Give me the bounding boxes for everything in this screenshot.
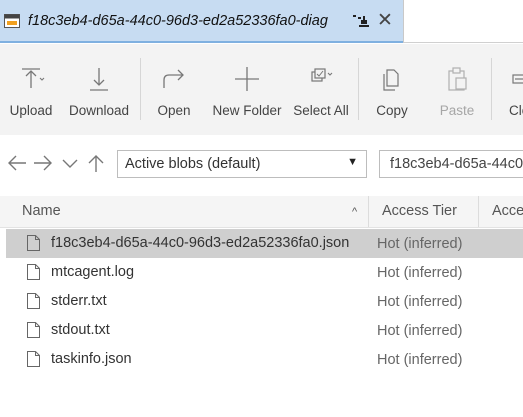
upload-label: Upload <box>9 103 53 118</box>
paste-icon <box>448 67 467 91</box>
select-all-button[interactable]: Select All <box>291 44 351 135</box>
upload-icon <box>22 68 45 88</box>
file-name: mtcagent.log <box>51 264 135 280</box>
chevron-down-icon[interactable] <box>60 153 80 173</box>
toolbar-separator <box>358 58 359 120</box>
file-icon <box>27 293 40 309</box>
open-icon <box>163 69 184 88</box>
download-button[interactable]: Download <box>66 44 132 135</box>
copy-label: Copy <box>376 103 408 118</box>
file-name: taskinfo.json <box>51 351 132 367</box>
select-all-label: Select All <box>293 103 349 118</box>
column-header-access-tier[interactable]: Access Tier <box>382 203 457 219</box>
copy-button[interactable]: Copy <box>368 44 416 135</box>
file-access-tier: Hot (inferred) <box>377 294 463 310</box>
arrow-up-icon[interactable] <box>86 153 106 173</box>
copy-icon <box>383 69 399 91</box>
new-folder-button[interactable]: New Folder <box>209 44 285 135</box>
paste-label: Paste <box>439 103 475 118</box>
file-access-tier: Hot (inferred) <box>377 265 463 281</box>
file-icon <box>27 322 40 338</box>
storage-container-icon <box>4 14 20 28</box>
select-all-icon <box>311 68 333 82</box>
open-button[interactable]: Open <box>150 44 198 135</box>
file-access-tier: Hot (inferred) <box>377 352 463 368</box>
file-name: f18c3eb4-d65a-44c0-96d3-ed2a52336fa0.jso… <box>51 235 350 251</box>
column-header-name[interactable]: Name <box>22 203 61 219</box>
file-name: stderr.txt <box>51 293 107 309</box>
file-icon <box>27 235 40 251</box>
toolbar: Upload Download Open New Folder Select A… <box>0 44 523 136</box>
pin-icon[interactable] <box>352 13 370 29</box>
download-label: Download <box>68 103 130 118</box>
file-access-tier: Hot (inferred) <box>377 236 463 252</box>
path-input[interactable]: f18c3eb4-d65a-44c0 <box>379 150 523 178</box>
tab-bar-empty <box>403 0 523 43</box>
file-access-tier: Hot (inferred) <box>377 323 463 339</box>
download-icon <box>90 68 108 91</box>
toolbar-separator <box>491 58 492 120</box>
file-name: stdout.txt <box>51 322 110 338</box>
column-divider[interactable] <box>478 196 479 227</box>
file-row[interactable]: stderr.txt Hot (inferred) <box>0 287 523 316</box>
file-row[interactable]: f18c3eb4-d65a-44c0-96d3-ed2a52336fa0.jso… <box>6 229 523 258</box>
blob-filter-dropdown[interactable]: Active blobs (default) ▼ <box>117 150 367 178</box>
path-value: f18c3eb4-d65a-44c0 <box>390 156 523 172</box>
dropdown-arrow-icon: ▼ <box>347 156 358 168</box>
arrow-left-icon[interactable] <box>6 153 28 173</box>
sort-ascending-icon: ^ <box>352 206 358 218</box>
clone-icon <box>512 74 523 84</box>
open-label: Open <box>157 103 191 118</box>
column-header-access-tier-2[interactable]: Acce <box>492 203 523 219</box>
file-list-header: Name ^ Access Tier Acce <box>0 196 523 228</box>
close-tab-icon[interactable]: ✕ <box>377 11 393 31</box>
blob-filter-value: Active blobs (default) <box>125 156 261 172</box>
column-divider[interactable] <box>368 196 369 227</box>
tab-container[interactable]: f18c3eb4-d65a-44c0-96d3-ed2a52336fa0-dia… <box>0 0 403 43</box>
toolbar-separator <box>140 58 141 120</box>
file-row[interactable]: stdout.txt Hot (inferred) <box>0 316 523 345</box>
file-row[interactable]: mtcagent.log Hot (inferred) <box>0 258 523 287</box>
file-icon <box>27 264 40 280</box>
tab-bar: f18c3eb4-d65a-44c0-96d3-ed2a52336fa0-dia… <box>0 0 523 44</box>
paste-button[interactable]: Paste <box>432 44 482 135</box>
new-folder-label: New Folder <box>212 103 282 118</box>
file-row[interactable]: taskinfo.json Hot (inferred) <box>0 345 523 374</box>
tab-title: f18c3eb4-d65a-44c0-96d3-ed2a52336fa0-dia… <box>28 13 328 29</box>
clone-label: Clo <box>509 103 523 118</box>
clone-button[interactable]: Clo <box>505 44 523 135</box>
upload-button[interactable]: Upload <box>2 44 60 135</box>
arrow-right-icon[interactable] <box>32 153 54 173</box>
file-icon <box>27 351 40 367</box>
plus-icon <box>235 67 259 91</box>
